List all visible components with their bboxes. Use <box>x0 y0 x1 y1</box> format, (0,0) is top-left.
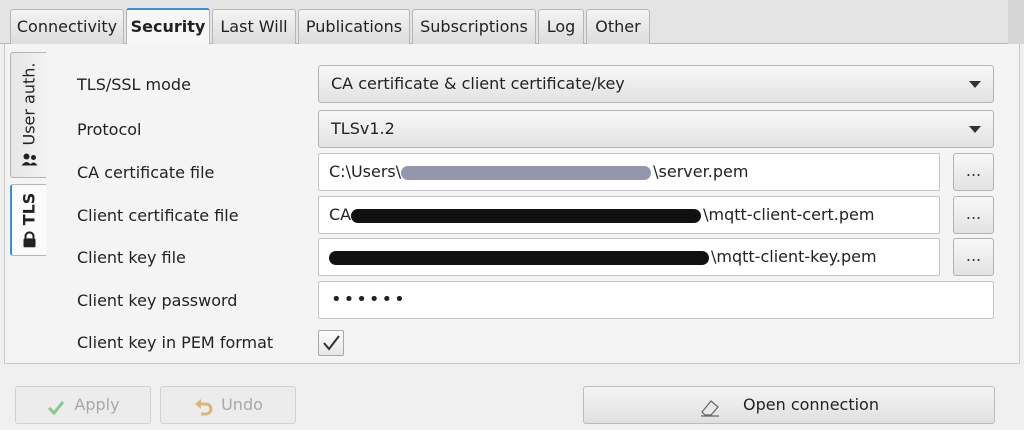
tab-security[interactable]: Security <box>126 8 210 45</box>
tab-other[interactable]: Other <box>586 9 650 44</box>
ca-file-input[interactable]: C:\Users\ \server.pem <box>318 153 940 191</box>
client-cert-prefix: CA <box>329 205 352 224</box>
chevron-down-icon <box>969 126 981 133</box>
undo-icon <box>193 395 213 416</box>
undo-button[interactable]: Undo <box>160 386 296 424</box>
redaction-mark <box>329 250 709 265</box>
redaction-mark <box>351 208 702 223</box>
tls-mode-value: CA certificate & client certificate/key <box>331 74 625 93</box>
client-cert-input[interactable]: CA \mqtt-client-cert.pem <box>318 196 940 234</box>
apply-button[interactable]: Apply <box>15 386 151 424</box>
side-tab-user-auth-label: User auth. <box>19 62 38 146</box>
key-password-label: Client key password <box>77 291 238 310</box>
undo-label: Undo <box>221 395 263 414</box>
apply-label: Apply <box>74 395 120 414</box>
protocol-value: TLSv1.2 <box>331 119 395 138</box>
ca-file-suffix: \server.pem <box>653 162 749 181</box>
eraser-icon <box>699 395 719 417</box>
side-tab-tls-label: TLS <box>19 192 39 226</box>
client-key-input[interactable]: \mqtt-client-key.pem <box>318 238 940 276</box>
client-cert-label: Client certificate file <box>77 206 239 225</box>
tab-publications[interactable]: Publications <box>298 9 410 44</box>
users-icon <box>20 152 37 168</box>
client-key-label: Client key file <box>77 248 186 267</box>
tls-mode-select[interactable]: CA certificate & client certificate/key <box>318 65 994 103</box>
security-side-tabs: User auth. TLS <box>6 52 48 356</box>
client-cert-suffix: \mqtt-client-cert.pem <box>703 205 875 224</box>
protocol-select[interactable]: TLSv1.2 <box>318 110 994 148</box>
open-connection-label: Open connection <box>743 395 879 414</box>
pem-format-label: Client key in PEM format <box>77 333 274 352</box>
tab-scroll-stub <box>1008 0 1024 44</box>
key-password-input[interactable]: •••••• <box>318 281 994 319</box>
checkmark-icon <box>46 395 66 416</box>
client-key-browse-button[interactable]: ... <box>953 238 994 276</box>
tab-log[interactable]: Log <box>538 9 584 44</box>
ca-file-browse-button[interactable]: ... <box>953 153 994 191</box>
pem-format-checkbox[interactable] <box>318 330 344 356</box>
protocol-label: Protocol <box>77 120 142 139</box>
ca-file-label: CA certificate file <box>77 163 215 182</box>
side-tab-tls[interactable]: TLS <box>10 184 46 256</box>
redaction-mark <box>401 165 652 180</box>
ca-file-prefix: C:\Users\ <box>329 162 402 181</box>
client-cert-browse-button[interactable]: ... <box>953 196 994 234</box>
open-connection-button[interactable]: Open connection <box>583 386 995 424</box>
tls-mode-label: TLS/SSL mode <box>77 75 191 94</box>
tab-connectivity[interactable]: Connectivity <box>10 9 124 44</box>
client-key-suffix: \mqtt-client-key.pem <box>711 247 877 266</box>
side-tab-user-auth[interactable]: User auth. <box>10 52 46 178</box>
chevron-down-icon <box>969 81 981 88</box>
checkmark-icon <box>323 335 340 351</box>
tab-bar: Connectivity Security Last Will Publicat… <box>0 0 1024 45</box>
lock-icon <box>21 231 37 248</box>
tab-last-will[interactable]: Last Will <box>212 9 296 44</box>
tab-subscriptions[interactable]: Subscriptions <box>412 9 536 44</box>
